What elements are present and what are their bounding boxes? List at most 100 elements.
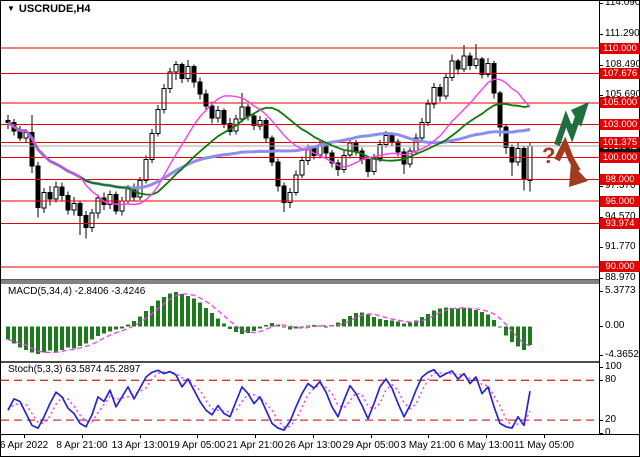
candle bbox=[282, 186, 286, 202]
candle bbox=[522, 149, 526, 180]
panel-separator-macd-stoch[interactable] bbox=[1, 361, 599, 363]
candle bbox=[174, 65, 178, 73]
candle bbox=[42, 193, 46, 208]
time-tick-mark bbox=[486, 435, 487, 438]
time-tick-label: 6 Apr 2022 bbox=[0, 440, 48, 451]
time-tick-label: 6 May 13:00 bbox=[458, 440, 513, 451]
price-level-badge: 93.974 bbox=[600, 218, 640, 229]
candle bbox=[156, 109, 160, 133]
candle bbox=[222, 110, 226, 123]
symbol-label: ▼ USCRUDE,H4 bbox=[7, 3, 90, 15]
price-level-badge: 90.000 bbox=[600, 261, 640, 272]
price-level-badge: 110.000 bbox=[600, 43, 640, 54]
candle bbox=[168, 72, 172, 88]
candle bbox=[66, 196, 70, 210]
candle bbox=[444, 78, 448, 97]
candle bbox=[498, 93, 502, 127]
stoch-k-line bbox=[8, 370, 530, 430]
candle bbox=[264, 120, 268, 138]
time-tick-mark bbox=[197, 435, 198, 438]
time-axis-border bbox=[1, 434, 640, 435]
candle bbox=[180, 65, 184, 79]
candle bbox=[528, 146, 532, 180]
candle bbox=[186, 67, 190, 79]
price-level-badge: 100.000 bbox=[600, 152, 640, 163]
chart-window: ? ▼ USCRUDE,H4 MACD(5,34,4) -2.8406 -3.4… bbox=[0, 0, 640, 457]
axis-tick-label: -4.3652 bbox=[605, 349, 639, 360]
candle bbox=[468, 56, 472, 66]
candle bbox=[120, 201, 124, 211]
time-tick-label: 26 Apr 13:00 bbox=[285, 440, 342, 451]
axis-tick-label: 91.770 bbox=[605, 241, 636, 252]
candle bbox=[18, 131, 22, 138]
time-tick-mark bbox=[24, 435, 25, 438]
price-axis[interactable]: 114.090111.290108.490105.69097.37094.570… bbox=[599, 1, 640, 434]
candle bbox=[78, 203, 82, 215]
candle bbox=[366, 160, 370, 172]
candle bbox=[198, 82, 202, 94]
time-tick-mark bbox=[313, 435, 314, 438]
axis-tick-label: 0 bbox=[605, 427, 611, 438]
candle bbox=[90, 213, 94, 227]
candle bbox=[126, 189, 130, 201]
time-tick-label: 29 Apr 05:00 bbox=[343, 440, 400, 451]
candle bbox=[210, 106, 214, 118]
axis-tick-label: 88.970 bbox=[605, 272, 636, 283]
candle bbox=[84, 215, 88, 227]
up-trend-arrow[interactable] bbox=[557, 114, 579, 145]
axis-tick-label: 111.290 bbox=[605, 28, 640, 39]
time-tick-mark bbox=[428, 435, 429, 438]
symbol-dropdown-icon[interactable]: ▼ bbox=[7, 5, 15, 13]
candle bbox=[474, 59, 478, 66]
candle bbox=[246, 107, 250, 116]
candle bbox=[240, 107, 244, 119]
candle bbox=[54, 187, 58, 199]
panel-separator-main-macd[interactable] bbox=[1, 279, 599, 284]
time-axis[interactable]: 6 Apr 20228 Apr 21:0013 Apr 13:0019 Apr … bbox=[1, 435, 640, 457]
candle bbox=[462, 56, 466, 69]
moving-average-40 bbox=[8, 123, 530, 189]
axis-tick-label: 0.00 bbox=[605, 320, 624, 331]
candle bbox=[300, 161, 304, 175]
candle bbox=[426, 104, 430, 123]
macd-label: MACD(5,34,4) -2.8406 -3.4246 bbox=[8, 286, 145, 297]
candle bbox=[96, 198, 100, 213]
candle bbox=[72, 203, 76, 210]
time-tick-label: 19 Apr 05:00 bbox=[169, 440, 226, 451]
time-tick-label: 3 May 21:00 bbox=[400, 440, 455, 451]
time-tick-mark bbox=[140, 435, 141, 438]
price-level-badge: 96.000 bbox=[600, 196, 640, 207]
axis-tick-label: 100 bbox=[605, 361, 622, 372]
axis-tick-label: 5.3773 bbox=[605, 285, 636, 296]
axis-tick-label: 114.090 bbox=[605, 0, 640, 8]
candle bbox=[354, 143, 358, 151]
candle bbox=[432, 88, 436, 104]
price-level-badge: 103.000 bbox=[600, 119, 640, 130]
price-level-badge: 101.375 bbox=[600, 137, 640, 148]
candle bbox=[450, 61, 454, 77]
candle bbox=[396, 142, 400, 152]
main-price-chart[interactable]: ? bbox=[1, 1, 599, 283]
symbol-text: USCRUDE,H4 bbox=[19, 3, 91, 15]
candle bbox=[438, 88, 442, 97]
candle bbox=[492, 63, 496, 93]
candle bbox=[162, 89, 166, 110]
time-tick-mark bbox=[82, 435, 83, 438]
candle bbox=[384, 136, 388, 145]
price-level-badge: 107.676 bbox=[600, 68, 640, 79]
axis-tick-label: 80 bbox=[605, 374, 616, 385]
candle bbox=[204, 94, 208, 106]
time-tick-mark bbox=[255, 435, 256, 438]
candle bbox=[114, 195, 118, 211]
candle bbox=[348, 143, 352, 155]
price-level-badge: 105.000 bbox=[600, 97, 640, 108]
candle bbox=[390, 136, 394, 143]
candle bbox=[516, 149, 520, 162]
candle bbox=[510, 148, 514, 162]
price-level-badge: 98.000 bbox=[600, 174, 640, 185]
candle bbox=[456, 61, 460, 69]
time-tick-mark bbox=[371, 435, 372, 438]
price-axis-border bbox=[599, 1, 600, 434]
question-mark-annotation: ? bbox=[542, 143, 555, 168]
candle bbox=[504, 127, 508, 148]
